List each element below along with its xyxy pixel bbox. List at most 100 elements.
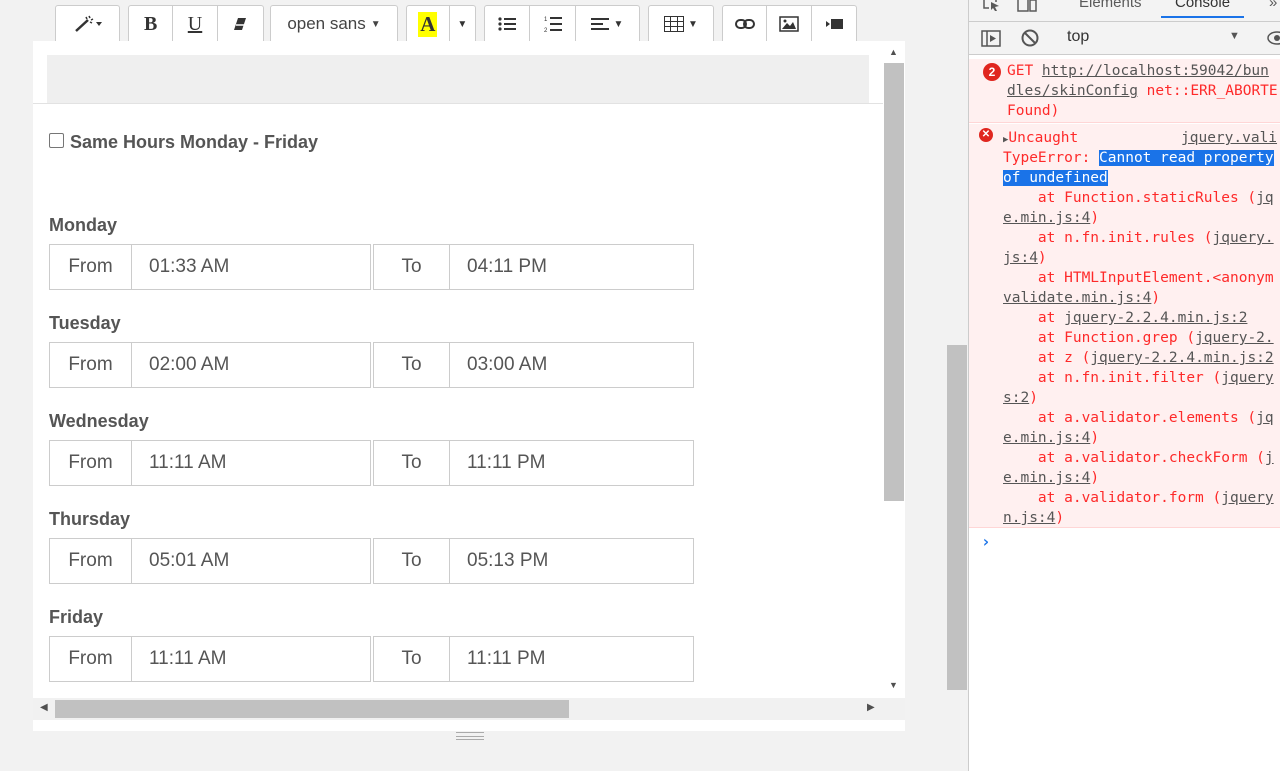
friday-to-input[interactable]: 11:11 PM <box>450 636 694 682</box>
video-button[interactable] <box>812 6 856 42</box>
caret-down-icon: ▼ <box>457 18 468 30</box>
video-icon <box>825 19 843 29</box>
scroll-down-arrow-icon[interactable]: ▼ <box>889 680 898 690</box>
stack-frame-link[interactable]: js:4 <box>1003 250 1038 266</box>
font-family-dropdown[interactable]: open sans ▼ <box>271 6 397 42</box>
link-button[interactable] <box>723 6 768 42</box>
table-group: ▼ <box>648 5 714 42</box>
scroll-right-arrow-icon[interactable]: ▶ <box>867 702 875 713</box>
wednesday-to-input[interactable]: 11:11 PM <box>450 440 694 486</box>
request-url-link[interactable]: dles/skinConfig <box>1007 83 1138 99</box>
stack-frame-text: ) <box>1037 250 1047 266</box>
unordered-list-button[interactable] <box>485 6 531 42</box>
clear-console-icon[interactable] <box>1021 29 1039 47</box>
bold-button[interactable]: B <box>129 6 174 42</box>
stack-frame-link[interactable]: jquery. <box>1213 230 1274 246</box>
devtools-panel: Elements Console » top ▼ 2 GET http://lo… <box>968 0 1280 771</box>
stack-frame-text: at Function.grep ( <box>1003 330 1196 346</box>
stack-frame: e.min.js:4) <box>1003 208 1099 228</box>
numbered-list-icon: 12 <box>544 17 562 33</box>
error-count-badge: 2 <box>983 63 1001 81</box>
underline-button[interactable]: U <box>173 6 218 42</box>
from-addon: From <box>49 440 132 486</box>
color-group: A ▼ <box>406 5 476 42</box>
stack-frame-link[interactable]: n.js:4 <box>1003 510 1055 526</box>
sidebar-toggle-icon[interactable] <box>981 30 1001 47</box>
device-toolbar-icon[interactable] <box>1017 0 1037 12</box>
request-url-link[interactable]: http://localhost:59042/bun <box>1042 63 1269 79</box>
eraser-icon <box>234 18 247 30</box>
scrollbar-thumb[interactable] <box>884 63 904 501</box>
stack-frame-link[interactable]: s:2 <box>1003 390 1029 406</box>
stack-frame-link[interactable]: jq <box>1256 410 1273 426</box>
day-label-wednesday: Wednesday <box>49 411 149 431</box>
same-hours-checkbox[interactable] <box>49 133 64 148</box>
stack-frame: at n.fn.init.rules (jquery. <box>1003 228 1274 248</box>
day-label-thursday: Thursday <box>49 509 131 529</box>
editor-horizontal-scrollbar[interactable]: ◀ ▶ <box>33 698 905 720</box>
editor-resize-handle[interactable] <box>456 732 484 740</box>
magic-wand-button[interactable] <box>56 6 119 42</box>
friday-from-input[interactable]: 11:11 AM <box>132 636 371 682</box>
align-dropdown-button[interactable]: ▼ <box>576 6 639 42</box>
thursday-from-input[interactable]: 05:01 AM <box>132 538 371 584</box>
error-icon: ✕ <box>979 128 993 142</box>
console-message-uncaught: ✕ ▶Uncaught jquery.vali TypeError: Canno… <box>969 124 1280 528</box>
stack-frame-link[interactable]: jquery-2.2.4.min.js:2 <box>1064 310 1247 326</box>
image-button[interactable] <box>767 6 812 42</box>
more-tabs-icon[interactable]: » <box>1269 0 1277 11</box>
stack-frame-text: at a.validator.checkForm ( <box>1003 450 1265 466</box>
divider <box>33 103 883 104</box>
stack-frame-text: at <box>1003 310 1065 326</box>
color-dropdown-button[interactable]: ▼ <box>450 6 475 42</box>
stack-frame-link[interactable]: e.min.js:4 <box>1003 470 1090 486</box>
scroll-left-arrow-icon[interactable]: ◀ <box>40 702 48 713</box>
stack-frame-link[interactable]: j <box>1265 450 1274 466</box>
caret-down-icon: ▼ <box>370 18 381 30</box>
tuesday-to-input[interactable]: 03:00 AM <box>450 342 694 388</box>
wednesday-from-input[interactable]: 11:11 AM <box>132 440 371 486</box>
tab-console[interactable]: Console <box>1161 0 1245 18</box>
editor-viewport[interactable]: Same Hours Monday - Friday Monday From 0… <box>33 41 883 698</box>
stack-frame-link[interactable]: jq <box>1256 190 1273 206</box>
stack-frame: at n.fn.init.filter (jquery <box>1003 368 1274 388</box>
stack-frame-link[interactable]: jquery-2.2.4.min.js:2 <box>1090 350 1273 366</box>
editor-vertical-scrollbar[interactable]: ▲ ▼ <box>883 41 905 698</box>
monday-from-input[interactable]: 01:33 AM <box>132 244 371 290</box>
table-dropdown-button[interactable]: ▼ <box>649 6 713 42</box>
stack-frame-link[interactable]: jquery <box>1221 370 1273 386</box>
inspect-element-icon[interactable] <box>983 0 1001 12</box>
stack-frame-link[interactable]: jquery <box>1221 490 1273 506</box>
console-prompt[interactable]: › <box>981 532 991 551</box>
scrollbar-thumb[interactable] <box>55 700 569 718</box>
from-addon: From <box>49 342 132 388</box>
scrollbar-thumb[interactable] <box>947 345 967 690</box>
stack-frame-link[interactable]: e.min.js:4 <box>1003 210 1090 226</box>
stack-frame: at Function.grep (jquery-2. <box>1003 328 1274 348</box>
tab-elements[interactable]: Elements <box>1079 0 1142 11</box>
stack-frame: js:4) <box>1003 248 1047 268</box>
day-label-friday: Friday <box>49 607 104 627</box>
eye-icon[interactable] <box>1267 30 1280 46</box>
page-area: B U open sans ▼ A ▼ 12 ▼ ▼ Same Hours Mo… <box>0 0 968 771</box>
scroll-up-arrow-icon[interactable]: ▲ <box>889 47 898 57</box>
highlight-color-button[interactable]: A <box>407 6 450 42</box>
monday-to-input[interactable]: 04:11 PM <box>450 244 694 290</box>
source-link[interactable]: jquery.vali <box>1181 130 1277 146</box>
day-label-monday: Monday <box>49 215 118 235</box>
time-row-monday: From 01:33 AM To 04:11 PM <box>49 244 694 290</box>
ordered-list-button[interactable]: 12 <box>530 6 576 42</box>
page-vertical-scrollbar[interactable] <box>946 0 968 771</box>
context-selector[interactable]: top <box>1067 28 1089 46</box>
caret-down-icon[interactable]: ▼ <box>1229 30 1240 42</box>
stack-frame-link[interactable]: validate.min.js:4 <box>1003 290 1151 306</box>
stack-frame-link[interactable]: jquery-2. <box>1195 330 1274 346</box>
thursday-to-input[interactable]: 05:13 PM <box>450 538 694 584</box>
tuesday-from-input[interactable]: 02:00 AM <box>132 342 371 388</box>
stack-frame: n.js:4) <box>1003 508 1064 528</box>
day-label-tuesday: Tuesday <box>49 313 121 333</box>
devtools-tabbar: Elements Console » <box>969 0 1280 22</box>
eraser-button[interactable] <box>218 6 263 42</box>
from-addon: From <box>49 636 132 682</box>
stack-frame-link[interactable]: e.min.js:4 <box>1003 430 1090 446</box>
